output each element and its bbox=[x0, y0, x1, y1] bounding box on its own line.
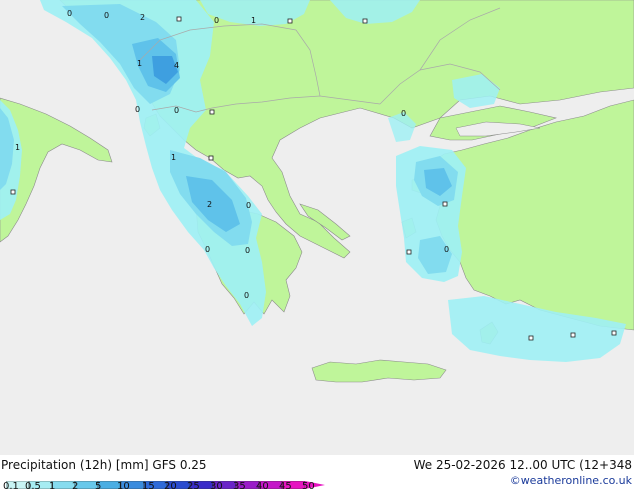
colorbar-tick: 40 bbox=[256, 481, 269, 492]
station-marker bbox=[570, 332, 576, 338]
colorbar-tick: 1 bbox=[49, 481, 56, 492]
colorbar-tick: 25 bbox=[187, 481, 200, 492]
map-canvas: 0 0 2 0 1 1 4 0 0 0 1 1 2 0 0 0 0 0 bbox=[0, 0, 634, 455]
credit-link[interactable]: ©weatheronline.co.uk bbox=[510, 474, 632, 487]
value-label: 1 bbox=[251, 16, 256, 25]
value-label: 0 bbox=[246, 201, 251, 210]
station-marker bbox=[406, 249, 412, 255]
map-title: Precipitation (12h) [mm] GFS 0.25 bbox=[1, 458, 207, 472]
colorbar-tick: 2 bbox=[72, 481, 79, 492]
value-label: 1 bbox=[171, 153, 176, 162]
value-label: 4 bbox=[174, 61, 179, 70]
station-marker bbox=[442, 201, 448, 207]
forecast-datetime: We 25-02-2026 12..00 UTC (12+348 bbox=[413, 458, 632, 472]
value-label: 1 bbox=[137, 59, 142, 68]
value-label: 0 bbox=[214, 16, 219, 25]
colorbar-tick: 15 bbox=[142, 481, 155, 492]
colorbar-tick: 45 bbox=[279, 481, 292, 492]
value-label: 0 bbox=[205, 245, 210, 254]
value-label: 0 bbox=[174, 106, 179, 115]
value-label: 0 bbox=[245, 246, 250, 255]
station-marker bbox=[287, 18, 293, 24]
station-marker bbox=[528, 335, 534, 341]
colorbar-tick: 50 bbox=[302, 481, 315, 492]
colorbar-tick: 35 bbox=[233, 481, 246, 492]
station-marker bbox=[176, 16, 182, 22]
station-marker bbox=[209, 109, 215, 115]
station-marker bbox=[611, 330, 617, 336]
colorbar-tick: 30 bbox=[210, 481, 223, 492]
colorbar-tick: 5 bbox=[95, 481, 102, 492]
value-label: 2 bbox=[140, 13, 145, 22]
value-label: 2 bbox=[207, 200, 212, 209]
value-label: 0 bbox=[135, 105, 140, 114]
value-label: 0 bbox=[104, 11, 109, 20]
value-label: 0 bbox=[244, 291, 249, 300]
value-label: 1 bbox=[15, 143, 20, 152]
colorbar-tick: 0.1 bbox=[3, 481, 19, 492]
value-label: 0 bbox=[444, 245, 449, 254]
colorbar-tick: 10 bbox=[117, 481, 130, 492]
station-marker bbox=[362, 18, 368, 24]
colorbar-tick: 20 bbox=[164, 481, 177, 492]
value-label: 0 bbox=[401, 109, 406, 118]
precipitation-map: 0 0 2 0 1 1 4 0 0 0 1 1 2 0 0 0 0 0 bbox=[0, 0, 634, 490]
colorbar-tick: 0.5 bbox=[25, 481, 41, 492]
station-marker bbox=[208, 155, 214, 161]
value-label: 0 bbox=[67, 9, 72, 18]
station-marker bbox=[10, 189, 16, 195]
